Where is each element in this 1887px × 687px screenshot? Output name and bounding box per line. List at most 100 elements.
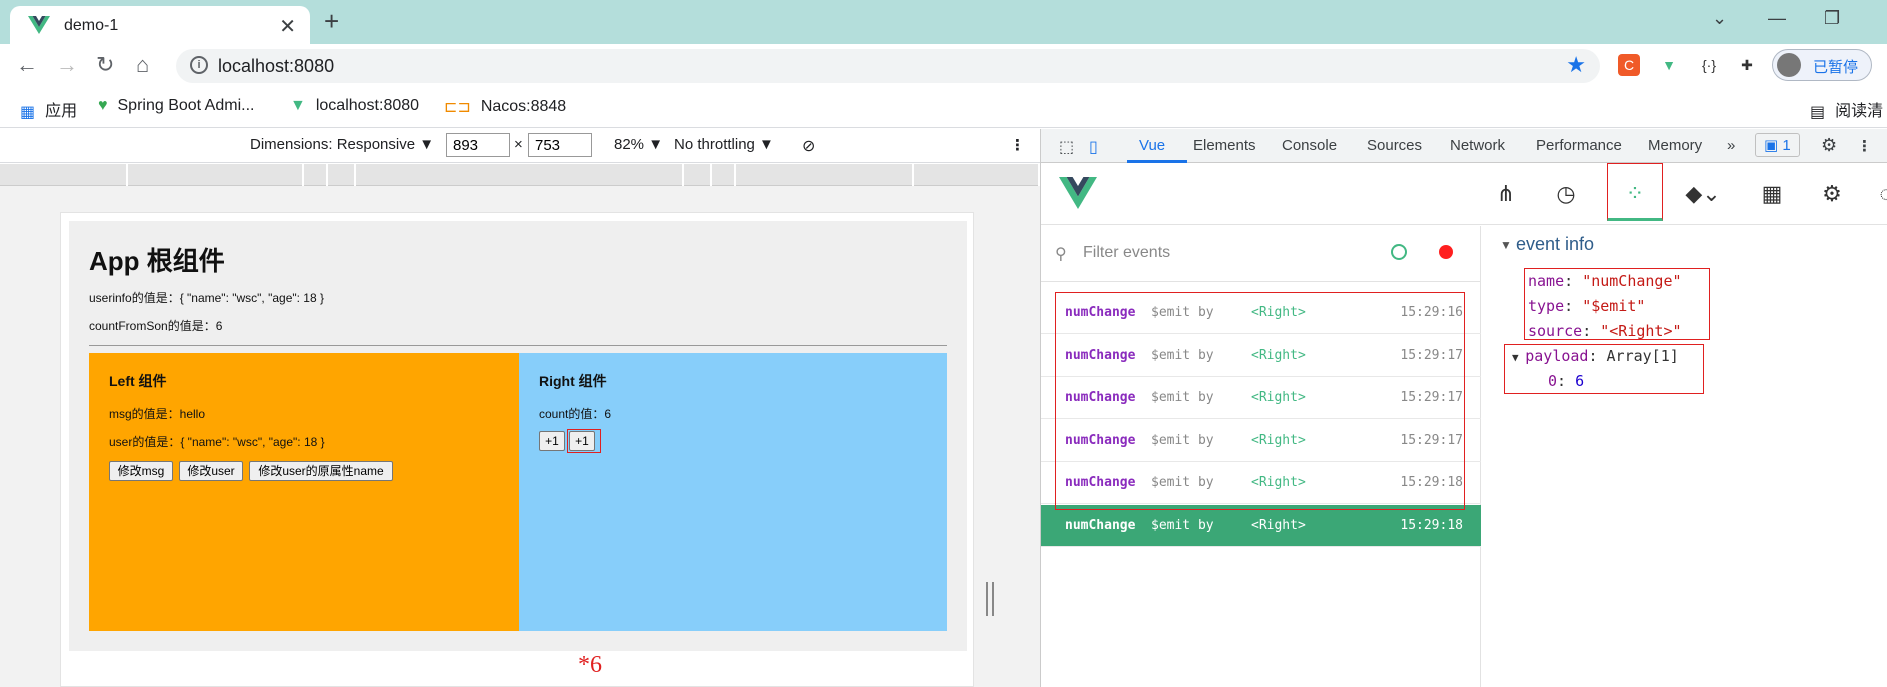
- issues-badge[interactable]: ▣ 1: [1755, 133, 1800, 157]
- bookmark-spring-boot[interactable]: ♥ Spring Boot Admi...: [98, 97, 254, 115]
- browser-tab[interactable]: demo-1 ✕: [10, 6, 310, 44]
- viewport-width-input[interactable]: [446, 133, 510, 157]
- event-info-panel: ▼ event info name: "numChange" type: "$e…: [1482, 226, 1887, 687]
- avatar: [1777, 53, 1801, 77]
- timeline-history-icon[interactable]: ◷: [1551, 179, 1581, 209]
- restore-icon[interactable]: ❐: [1824, 8, 1840, 29]
- event-row[interactable]: numChange $emit by <Right> 15:29:18: [1041, 504, 1481, 547]
- info-highlight-box: [1524, 268, 1710, 340]
- payload-highlight-box: [1504, 344, 1704, 394]
- vue-devtools-toolbar: ⋔ ◷ ⁘ ◆⌄ ▦ ⚙ ◌: [1041, 163, 1887, 225]
- home-icon[interactable]: ⌂: [136, 52, 149, 78]
- right-title: Right 组件: [539, 373, 607, 389]
- event-info-header: event info: [1516, 234, 1595, 254]
- routing-icon[interactable]: ◆⌄: [1679, 179, 1727, 209]
- json-extension-icon[interactable]: {·}: [1698, 54, 1720, 76]
- event-name: numChange: [1065, 517, 1136, 533]
- change-user-button[interactable]: 修改user: [179, 461, 243, 481]
- user-text: user的值是：{ "name": "wsc", "age": 18 }: [109, 435, 325, 449]
- right-component: Right 组件 count的值：6 +1 +1: [519, 353, 947, 631]
- event-component: <Right>: [1251, 517, 1306, 533]
- inspect-element-icon[interactable]: ⬚: [1059, 137, 1074, 157]
- tab-performance[interactable]: Performance: [1536, 137, 1622, 154]
- event-type: $emit by: [1151, 517, 1214, 533]
- click-count-annotation: *6: [578, 652, 602, 678]
- tab-elements[interactable]: Elements: [1193, 137, 1256, 154]
- device-toggle-icon[interactable]: ▯: [1089, 137, 1098, 157]
- left-title: Left 组件: [109, 373, 167, 389]
- tab-console[interactable]: Console: [1282, 137, 1337, 154]
- dimension-separator: ×: [514, 136, 523, 153]
- profile-button[interactable]: 已暂停: [1772, 49, 1872, 81]
- app-root: App 根组件 userinfo的值是：{ "name": "wsc", "ag…: [69, 221, 967, 651]
- extensions-puzzle-icon[interactable]: ✚: [1736, 54, 1758, 76]
- left-component: Left 组件 msg的值是：hello user的值是：{ "name": "…: [89, 353, 519, 631]
- highlight-box: [567, 429, 601, 453]
- bookmark-nacos[interactable]: ⊏⊐ Nacos:8848: [444, 97, 566, 117]
- reading-list-icon: ▤: [1810, 103, 1826, 121]
- performance-chart-icon[interactable]: ▦: [1757, 179, 1787, 209]
- count-from-son-text: countFromSon的值是：6: [89, 319, 223, 333]
- settings-gear-icon[interactable]: ⚙: [1821, 135, 1837, 156]
- devtools-panel: ⬚ ▯ Vue Elements Console Sources Network…: [1040, 129, 1887, 687]
- zoom-dropdown[interactable]: 82% ▼: [614, 136, 663, 153]
- new-tab-button[interactable]: +: [324, 6, 339, 37]
- filter-events-input[interactable]: Filter events: [1083, 244, 1170, 262]
- emulated-viewport: App 根组件 userinfo的值是：{ "name": "wsc", "ag…: [0, 186, 1040, 687]
- viewport-height-input[interactable]: [528, 133, 592, 157]
- media-query-ruler[interactable]: [0, 164, 1038, 186]
- reading-list[interactable]: ▤ 阅读清: [1810, 97, 1883, 122]
- tab-network[interactable]: Network: [1450, 137, 1505, 154]
- dimensions-dropdown[interactable]: Dimensions: Responsive ▼: [250, 136, 434, 153]
- resize-handle[interactable]: [986, 582, 994, 616]
- vue-devtools-extension-icon[interactable]: ▼: [1658, 54, 1680, 76]
- events-list-panel: ⚲ Filter events numChange $emit by <Right>…: [1041, 226, 1481, 687]
- tab-vue[interactable]: Vue: [1139, 137, 1165, 154]
- profile-status: 已暂停: [1813, 59, 1859, 76]
- tab-sources[interactable]: Sources: [1367, 137, 1422, 154]
- minimize-icon[interactable]: —: [1768, 8, 1786, 29]
- record-icon[interactable]: [1439, 245, 1453, 259]
- tab-close-icon[interactable]: ✕: [279, 14, 296, 39]
- event-filter-bar: ⚲ Filter events: [1041, 226, 1481, 282]
- tab-memory[interactable]: Memory: [1648, 137, 1702, 154]
- bookmarks-bar: ▦ 应用 ♥ Spring Boot Admi... ▼ localhost:8080…: [0, 88, 1887, 128]
- bookmark-localhost[interactable]: ▼ localhost:8080: [290, 97, 419, 115]
- events-highlight-box: [1055, 292, 1465, 510]
- change-msg-button[interactable]: 修改msg: [109, 461, 173, 481]
- throttling-dropdown[interactable]: No throttling ▼: [674, 136, 774, 153]
- vue-favicon-icon: [28, 16, 50, 34]
- url-text[interactable]: localhost:8080: [218, 56, 334, 77]
- tab-title: demo-1: [64, 17, 119, 34]
- site-info-icon[interactable]: i: [190, 56, 208, 74]
- bookmark-star-icon[interactable]: ★: [1566, 52, 1586, 78]
- more-tabs-button[interactable]: »: [1727, 137, 1735, 154]
- extension-c-icon[interactable]: C: [1618, 54, 1640, 76]
- msg-text: msg的值是：hello: [109, 407, 206, 421]
- back-icon[interactable]: ←: [16, 52, 38, 78]
- divider: [89, 345, 947, 346]
- reload-icon[interactable]: ↻: [96, 52, 114, 78]
- devtools-menu-icon[interactable]: ⋮: [1857, 137, 1872, 155]
- increment-button-1[interactable]: +1: [539, 431, 565, 451]
- change-user-name-button[interactable]: 修改user的原属性name: [249, 461, 393, 481]
- components-tree-icon[interactable]: ⋔: [1491, 179, 1521, 209]
- collapse-triangle-icon[interactable]: ▼: [1500, 238, 1512, 252]
- vue-settings-icon[interactable]: ⚙: [1817, 179, 1847, 209]
- userinfo-text: userinfo的值是：{ "name": "wsc", "age": 18 }: [89, 291, 324, 305]
- browser-toolbar: ← → ↻ ⌂ i localhost:8080 ★ C ▼ {·} ✚ 已暂停: [0, 44, 1887, 88]
- clear-events-icon[interactable]: [1391, 244, 1407, 260]
- events-icon[interactable]: ⁘: [1620, 179, 1650, 209]
- count-text: count的值：6: [539, 407, 612, 421]
- tab-search-icon[interactable]: ⌄: [1712, 8, 1727, 29]
- address-bar[interactable]: i localhost:8080 ★: [176, 49, 1600, 83]
- refresh-icon[interactable]: ◌: [1871, 179, 1887, 209]
- bookmark-apps[interactable]: ▦ 应用: [20, 97, 77, 122]
- nacos-icon: ⊏⊐: [444, 99, 471, 116]
- chat-icon: ▣: [1764, 137, 1779, 154]
- heartbeat-icon: ♥: [98, 97, 108, 114]
- rotate-icon[interactable]: ⊘: [802, 136, 815, 156]
- forward-icon[interactable]: →: [56, 52, 78, 78]
- tab-strip: demo-1 ✕ + ⌄ — ❐: [0, 0, 1887, 44]
- more-options-icon[interactable]: ⋮: [1010, 136, 1025, 154]
